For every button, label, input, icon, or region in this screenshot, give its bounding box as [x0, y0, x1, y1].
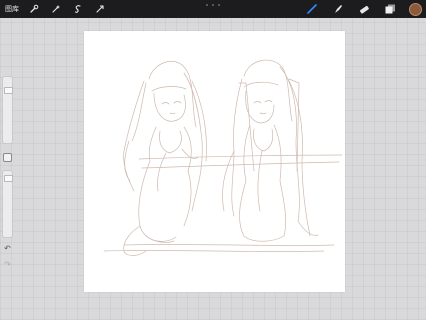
layers-icon[interactable]: [383, 2, 397, 16]
top-toolbar: 图库: [0, 0, 426, 18]
wrench-icon[interactable]: [27, 2, 41, 16]
drawing-canvas[interactable]: [84, 31, 345, 292]
more-dots-handle[interactable]: [206, 4, 220, 7]
modify-button[interactable]: [3, 153, 12, 162]
selection-s-icon[interactable]: [71, 2, 85, 16]
gallery-button[interactable]: 图库: [5, 4, 19, 14]
color-picker-swatch[interactable]: [409, 2, 422, 16]
redo-icon[interactable]: ↷: [3, 260, 12, 269]
transform-arrow-icon[interactable]: [93, 2, 107, 16]
magic-wand-icon[interactable]: [49, 2, 63, 16]
left-sidebar: ↶ ↷: [0, 74, 15, 272]
eraser-icon[interactable]: [357, 2, 371, 16]
undo-icon[interactable]: ↶: [3, 244, 12, 253]
opacity-thumb[interactable]: [4, 175, 13, 182]
opacity-slider[interactable]: [2, 170, 13, 238]
sketch-drawing: [103, 59, 343, 256]
smudge-icon[interactable]: [331, 2, 345, 16]
brush-size-thumb[interactable]: [4, 87, 13, 94]
brush-icon[interactable]: [305, 2, 319, 16]
brush-size-slider[interactable]: [2, 76, 13, 144]
